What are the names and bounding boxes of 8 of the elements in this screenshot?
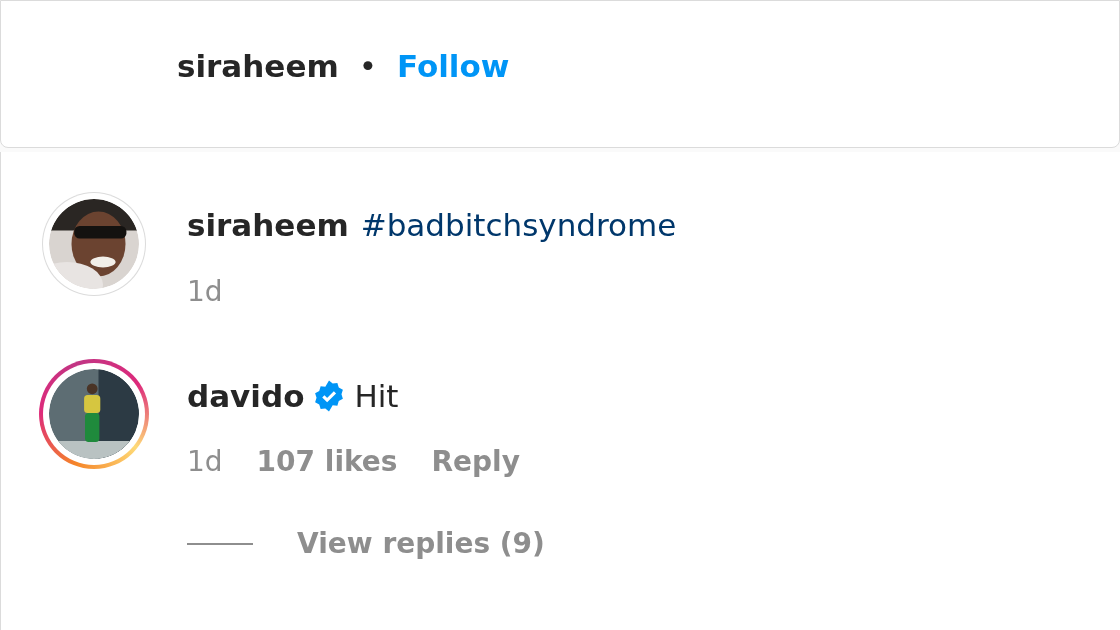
username[interactable]: siraheem [177, 43, 339, 90]
comment-text: Hit [354, 376, 399, 416]
comment-time: 1d [187, 273, 223, 310]
username[interactable]: siraheem [187, 202, 349, 249]
hashtag-link[interactable]: #badbitchsyndrome [360, 202, 677, 249]
comment-time: 1d [187, 444, 223, 480]
username[interactable]: davido [187, 372, 305, 419]
separator: • [358, 47, 377, 86]
